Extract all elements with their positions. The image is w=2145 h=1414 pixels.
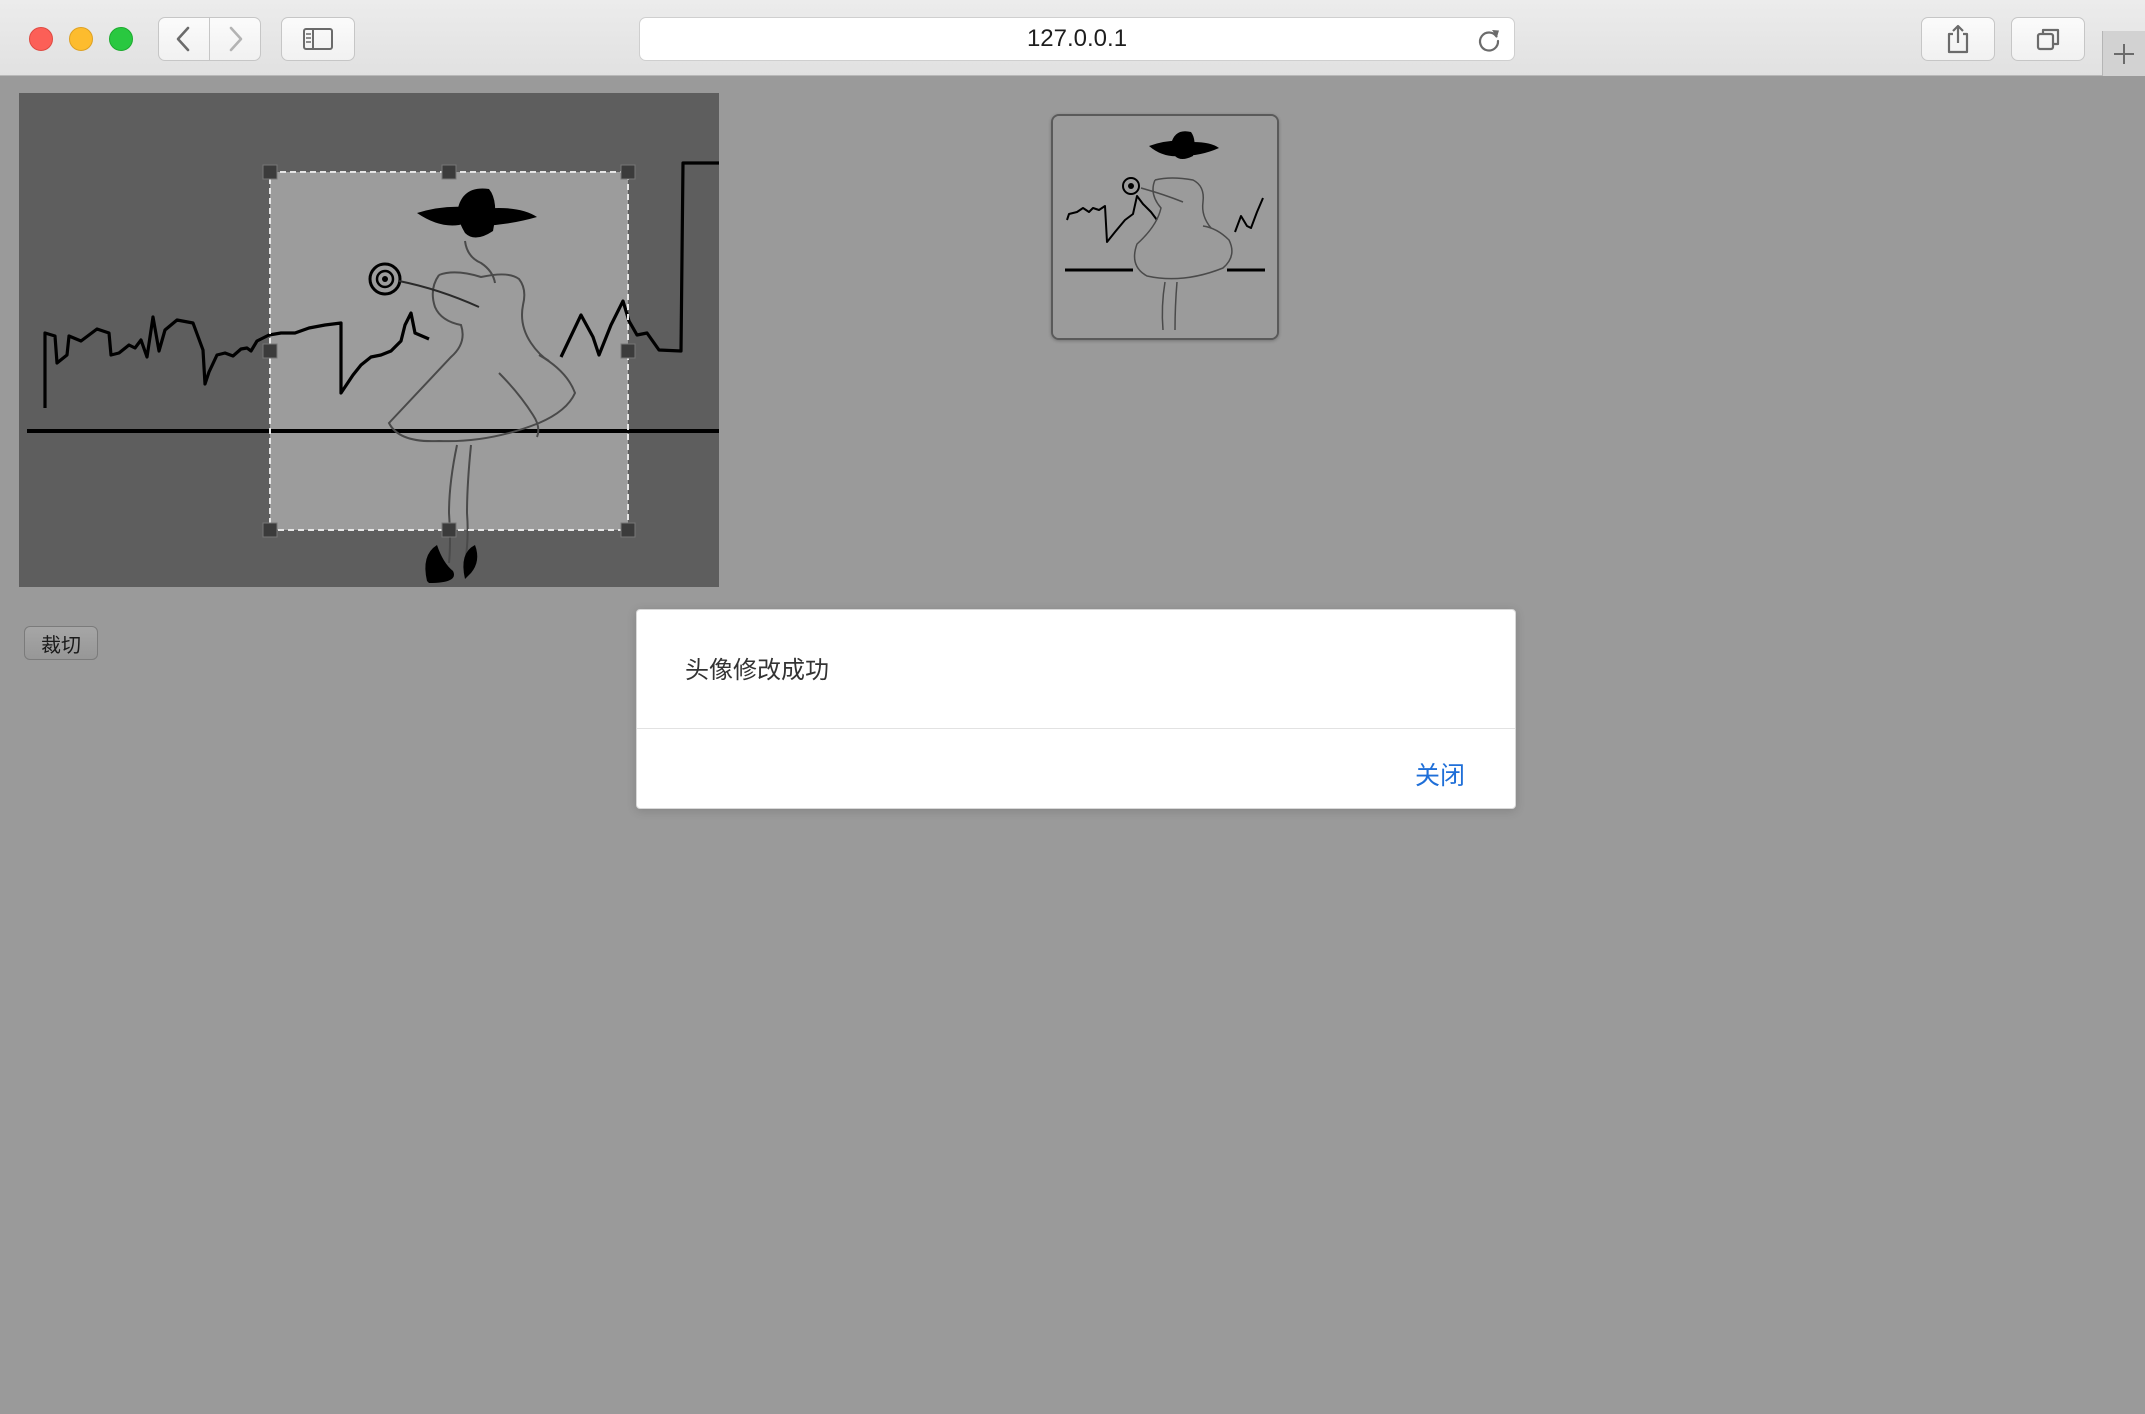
chevron-right-icon: [229, 26, 243, 52]
window-minimize-button[interactable]: [69, 27, 93, 51]
success-dialog: 头像修改成功 关闭: [636, 609, 1516, 809]
forward-button[interactable]: [209, 17, 261, 61]
sidebar-icon: [303, 28, 333, 50]
back-button[interactable]: [158, 17, 210, 61]
avatar-preview: [1051, 114, 1279, 340]
browser-toolbar: 127.0.0.1: [0, 0, 2145, 76]
crop-button[interactable]: 裁切: [24, 626, 98, 660]
browser-window: 127.0.0.1 裁切 头像修改成功 关闭: [0, 0, 2145, 1414]
new-tab-button[interactable]: [2102, 31, 2145, 76]
page-content: 裁切 头像修改成功 关闭: [0, 76, 2145, 1414]
reload-icon[interactable]: [1476, 27, 1502, 53]
plus-icon: [2114, 43, 2134, 64]
address-url: 127.0.0.1: [1026, 25, 1128, 52]
dialog-close-button[interactable]: 关闭: [1415, 756, 1465, 792]
crop-canvas[interactable]: [19, 93, 719, 587]
sidebar-toggle-button[interactable]: [281, 17, 355, 61]
crop-source-image: [19, 93, 719, 587]
avatar-preview-image: [1053, 116, 1277, 338]
share-icon: [1947, 24, 1969, 54]
window-zoom-button[interactable]: [109, 27, 133, 51]
tabs-overview-icon: [2036, 28, 2060, 51]
share-button[interactable]: [1921, 17, 1995, 61]
chevron-left-icon: [176, 26, 190, 52]
dialog-divider: [637, 728, 1515, 729]
dialog-message: 头像修改成功: [685, 656, 829, 684]
window-close-button[interactable]: [29, 27, 53, 51]
address-bar[interactable]: 127.0.0.1: [639, 17, 1515, 61]
tabs-overview-button[interactable]: [2011, 17, 2085, 61]
